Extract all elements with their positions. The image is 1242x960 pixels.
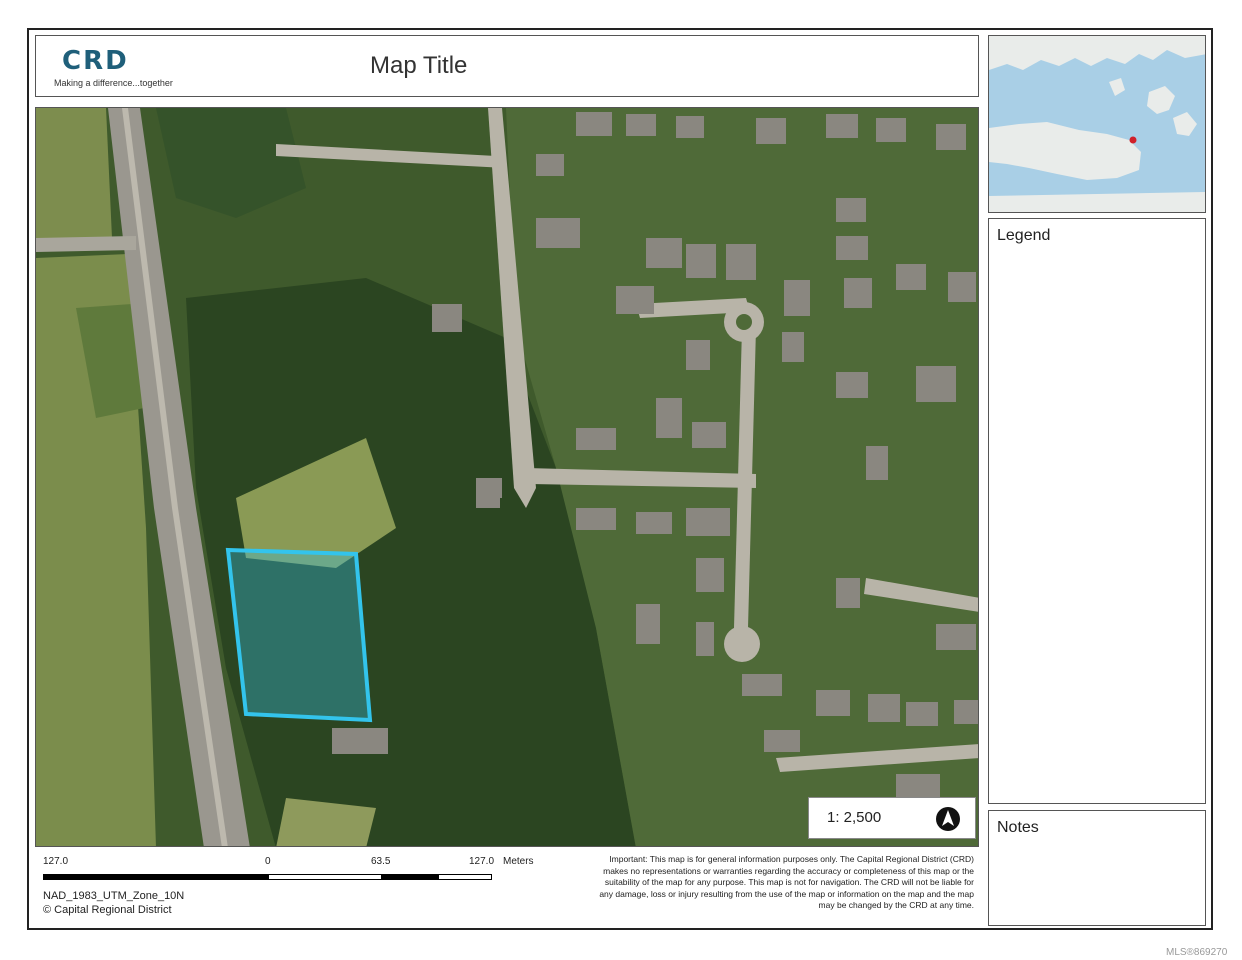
notes-title: Notes: [997, 819, 1039, 836]
scalebar-tick-right: 127.0: [469, 856, 495, 867]
aerial-map[interactable]: [35, 107, 979, 847]
projection-label: NAD_1983_UTM_Zone_10N: [43, 890, 185, 902]
scalebar-segment-4: [438, 874, 492, 880]
map-title: Map Title: [370, 52, 468, 79]
scalebar-tick-mid: 63.5: [371, 856, 391, 867]
scale-ratio: 1: 2,500: [827, 809, 882, 826]
logo-tagline: Making a difference...together: [54, 78, 173, 88]
header: CRD Making a difference...together Map T…: [35, 35, 979, 97]
scalebar-segment-3: [381, 874, 439, 880]
culdesac-island: [736, 314, 752, 330]
north-arrow-icon: [936, 807, 960, 831]
field-northwest: [36, 108, 112, 240]
crd-logo: CRD: [62, 46, 129, 76]
scalebar-tick-zero: 0: [265, 856, 271, 867]
location-marker-icon: [1129, 136, 1137, 144]
scalebar-tick-left: 127.0: [43, 856, 69, 867]
legend-panel: Legend: [988, 218, 1206, 804]
inset-svg: [989, 36, 1205, 212]
scalebar: 127.0 0 63.5 127.0 Meters NAD_1983_UTM_Z…: [35, 852, 591, 924]
scalebar-segment-2: [268, 874, 382, 880]
west-road: [36, 236, 136, 252]
scalebar-segment-1: [43, 874, 269, 880]
scale-badge: 1: 2,500: [808, 797, 976, 839]
notes-panel: Notes: [988, 810, 1206, 926]
mls-watermark: MLS®869270: [1166, 947, 1228, 958]
subject-parcel-outline[interactable]: [225, 547, 373, 723]
culdesac-south: [724, 626, 760, 662]
disclaimer-text: Important: This map is for general infor…: [599, 854, 974, 910]
aerial-map-svg[interactable]: [36, 108, 979, 847]
scalebar-unit: Meters: [503, 856, 534, 867]
legend-title: Legend: [997, 227, 1051, 244]
copyright-label: © Capital Regional District: [43, 904, 172, 916]
inset-locator-map: [988, 35, 1206, 213]
